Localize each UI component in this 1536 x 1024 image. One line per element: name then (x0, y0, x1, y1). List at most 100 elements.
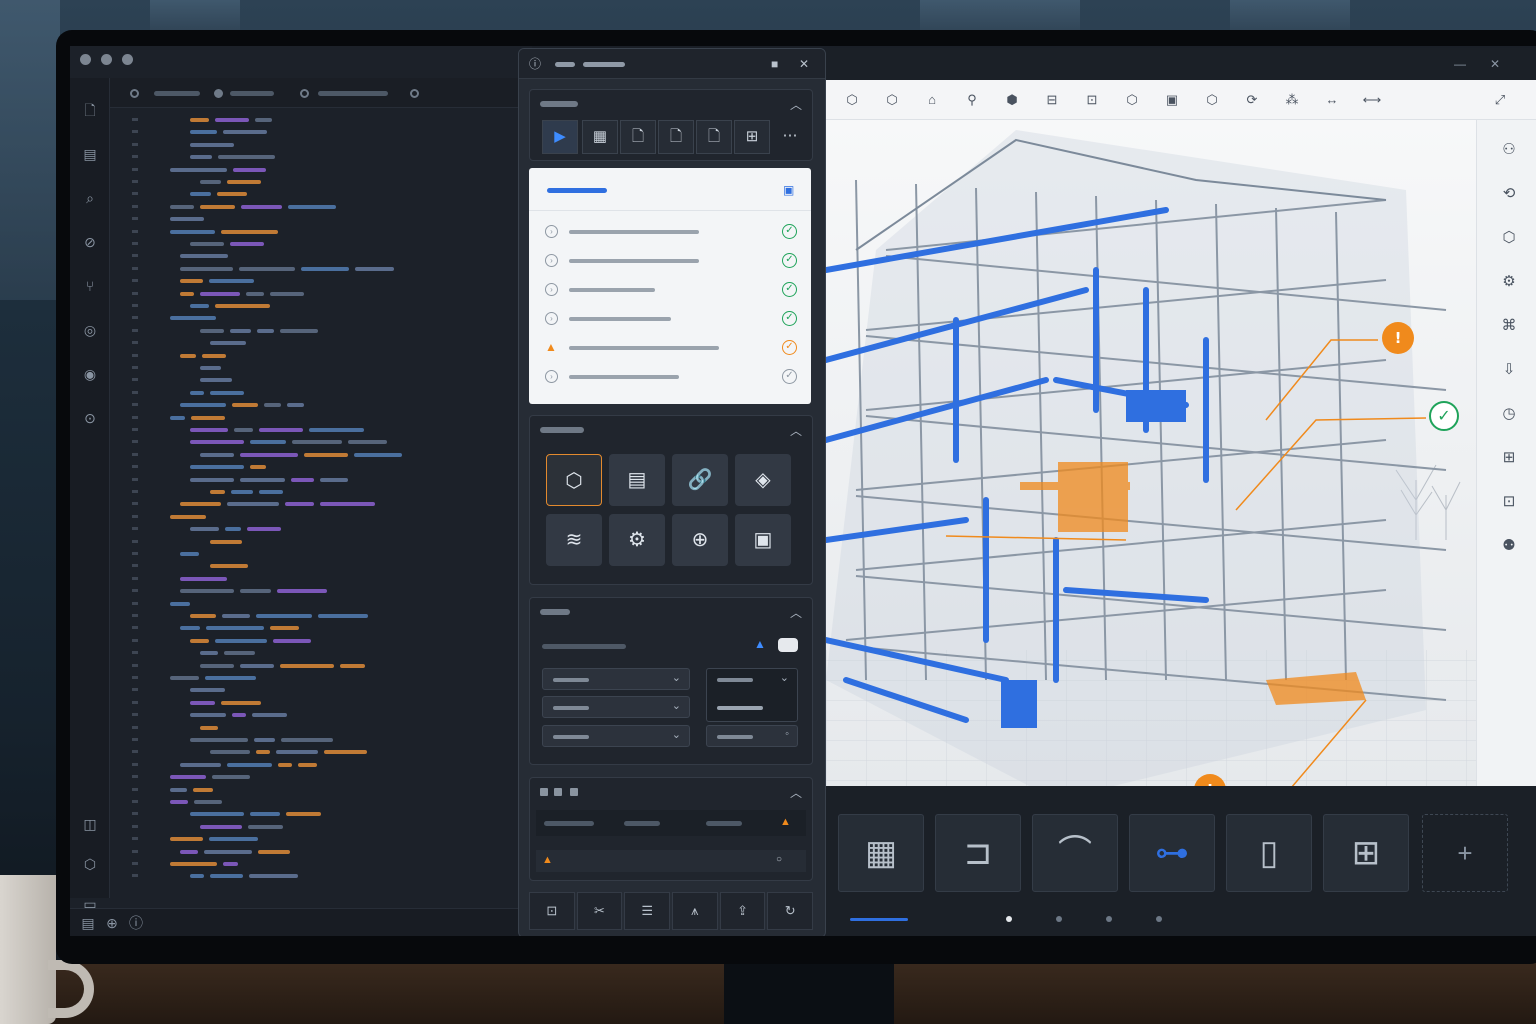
box-component[interactable]: ▦ (838, 814, 924, 892)
ok-marker[interactable]: ✓ (1429, 401, 1459, 431)
calendar-icon[interactable]: ▣ (783, 182, 794, 198)
layout-icon[interactable]: ⊞ (734, 120, 770, 154)
snap-icon[interactable]: ⊡ (529, 892, 575, 930)
rotate-icon[interactable]: ↻ (767, 892, 814, 930)
stack-icon[interactable]: ≋ (546, 514, 602, 566)
door-component[interactable]: ▯ (1226, 814, 1312, 892)
expand-icon[interactable]: ⊡ (1497, 490, 1521, 514)
close-icon[interactable]: ✕ (1490, 56, 1500, 72)
tab-3[interactable] (318, 91, 388, 96)
orbit-icon[interactable]: ⟳ (1242, 90, 1262, 110)
pipe-elbow-component[interactable]: ⌒ (1032, 814, 1118, 892)
sync-icon[interactable]: ⬡ (80, 854, 100, 874)
chart-icon[interactable]: ▦ (582, 120, 618, 154)
transform-icon[interactable]: ⟲ (1497, 182, 1521, 206)
wall-icon[interactable]: ▣ (1162, 90, 1182, 110)
gear-icon[interactable]: ⚙ (609, 514, 665, 566)
fit-view-icon[interactable]: ⤢ (1490, 90, 1510, 110)
cube-icon[interactable]: ⬡ (842, 90, 862, 110)
section-header[interactable]: ︿ (530, 416, 812, 444)
tab-1[interactable] (154, 91, 200, 96)
cube-icon[interactable]: ⬡ (882, 90, 902, 110)
download-icon[interactable]: ⇩ (1497, 358, 1521, 382)
more-icon[interactable]: ⋯ (772, 120, 808, 154)
dock-icon[interactable]: ■ (771, 56, 778, 72)
dropdown[interactable]: ◦ (706, 725, 798, 747)
file-icon[interactable]: 🗋 (80, 100, 100, 120)
home-icon[interactable]: ⌂ (922, 90, 942, 110)
add-icon[interactable]: ⊕ (102, 913, 122, 933)
cube-icon[interactable]: ⬡ (1122, 90, 1142, 110)
tab-icon[interactable] (214, 89, 223, 98)
list-icon[interactable]: ☰ (624, 892, 671, 930)
checklist-item[interactable]: › ✓ (545, 309, 797, 329)
pending-check-icon[interactable]: ✓ (782, 340, 797, 355)
checklist-item[interactable]: › ✓ (545, 367, 797, 387)
resize-icon[interactable]: ⟷ (1362, 90, 1382, 110)
clock-icon[interactable]: ◷ (1497, 402, 1521, 426)
dropdown[interactable]: ⌄ (542, 696, 690, 718)
play-icon[interactable]: ▶ (542, 120, 578, 154)
filter-chip[interactable] (570, 788, 578, 796)
close-icon[interactable]: ✕ (799, 56, 809, 72)
cube-icon[interactable]: ⬡ (546, 454, 602, 506)
settings-icon[interactable]: ⚙ (1497, 270, 1521, 294)
minimize-icon[interactable]: — (1454, 56, 1466, 72)
search-icon[interactable]: ⌕ (80, 188, 100, 208)
scissors-icon[interactable]: ✂ (576, 892, 623, 930)
close-dot-icon[interactable] (80, 54, 91, 65)
chevron-up-icon[interactable]: ︿ (790, 96, 802, 113)
file-icon[interactable]: 🗋 (620, 120, 656, 154)
filter-chip[interactable] (554, 788, 562, 796)
layers-icon[interactable]: ◈ (735, 454, 791, 506)
pager-dot[interactable] (1156, 916, 1162, 922)
branch-icon[interactable]: ⑂ (80, 276, 100, 296)
check-icon[interactable]: ✓ (782, 311, 797, 326)
chevron-up-icon[interactable]: ︿ (790, 604, 802, 621)
valve-component[interactable]: ⊶ (1129, 814, 1215, 892)
info-icon[interactable]: ⓘ (126, 913, 146, 933)
section-header[interactable]: ︿ (530, 598, 812, 626)
terminal-icon[interactable]: ▤ (78, 913, 98, 933)
pager-dot[interactable] (1106, 916, 1112, 922)
walk-icon[interactable]: ⁂ (1282, 90, 1302, 110)
upload-icon[interactable]: ⇪ (719, 892, 766, 930)
circle-icon[interactable]: ○ (776, 852, 782, 868)
dropdown-open[interactable]: ⌄ (706, 668, 798, 722)
network-icon[interactable]: ⌘ (1497, 314, 1521, 338)
unchecked-icon[interactable]: ✓ (782, 369, 797, 384)
error-marker[interactable]: ! (1382, 322, 1414, 354)
filter-chip[interactable] (540, 788, 548, 796)
tab-icon[interactable] (300, 89, 309, 98)
checklist-item[interactable]: › ✓ (545, 222, 797, 242)
box-icon[interactable]: ⬢ (1002, 90, 1022, 110)
check-icon[interactable]: ✓ (782, 282, 797, 297)
issue-row[interactable]: ▲ (536, 810, 806, 836)
person-icon[interactable]: ⚇ (1497, 138, 1521, 162)
settings-icon[interactable]: ⊙ (80, 408, 100, 428)
toggle-switch[interactable] (778, 638, 798, 652)
section-header[interactable]: ︿ (530, 778, 812, 806)
check-icon[interactable]: ⊡ (1082, 90, 1102, 110)
plugin-icon[interactable]: ◉ (80, 364, 100, 384)
check-icon[interactable]: ✓ (782, 224, 797, 239)
cube-icon[interactable]: ⬡ (1202, 90, 1222, 110)
checklist-item[interactable]: › ✓ (545, 251, 797, 271)
section-header[interactable]: ︿ (530, 90, 812, 118)
tab-icon[interactable] (130, 89, 139, 98)
minimize-dot-icon[interactable] (101, 54, 112, 65)
measure-icon[interactable]: ↔ (1322, 90, 1342, 110)
check-icon[interactable]: ✓ (782, 253, 797, 268)
checklist-item[interactable]: ▲ ✓ (545, 338, 797, 358)
file-icon[interactable]: 🗋 (696, 120, 732, 154)
checklist-item[interactable]: › ✓ (545, 280, 797, 300)
pager-dot[interactable] (1056, 916, 1062, 922)
clipboard-icon[interactable]: ▣ (735, 514, 791, 566)
chart-icon[interactable]: ⩚ (672, 892, 718, 930)
account-icon[interactable]: ◫ (80, 814, 100, 834)
link-icon[interactable]: 🔗 (672, 454, 728, 506)
extensions-icon[interactable]: ◎ (80, 320, 100, 340)
section-icon[interactable]: ⊟ (1042, 90, 1062, 110)
document-icon[interactable]: ▤ (609, 454, 665, 506)
dropdown[interactable]: ⌄ (542, 668, 690, 690)
